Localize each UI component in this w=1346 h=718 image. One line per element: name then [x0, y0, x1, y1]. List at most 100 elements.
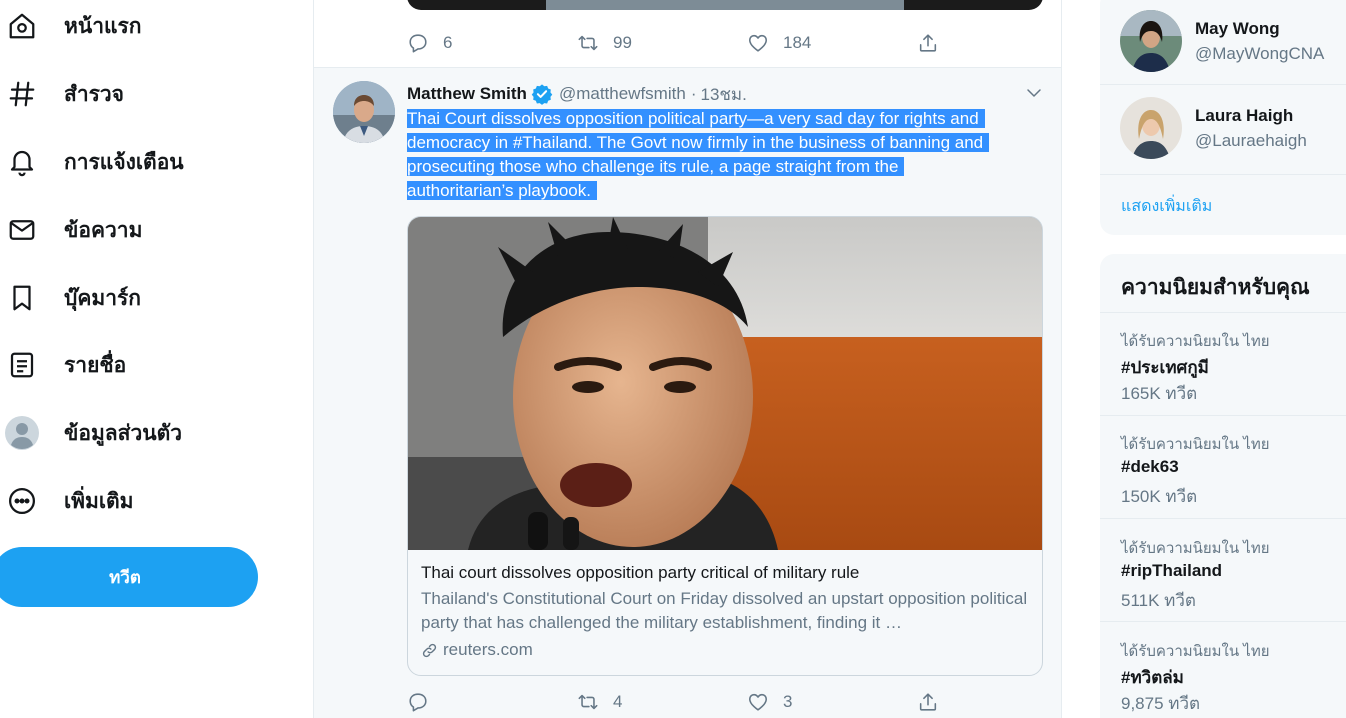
- trends-title: ความนิยมสำหรับคุณ: [1121, 276, 1310, 299]
- trend-tag: #ripThailand: [1121, 561, 1223, 580]
- trend-count: 511K ทวีต: [1121, 591, 1196, 610]
- reply-button[interactable]: [407, 691, 577, 713]
- nav-label-lists: รายชื่อ: [64, 353, 127, 377]
- user-handle: @MayWongCNA: [1195, 44, 1325, 63]
- nav-item-lists[interactable]: รายชื่อ: [0, 341, 126, 389]
- verified-badge-icon: [531, 84, 553, 105]
- trend-context: ได้รับความนิยมใน ไทย: [1121, 540, 1270, 557]
- profile-avatar-icon: [0, 411, 44, 455]
- trend-count: 9,875 ทวีต: [1121, 694, 1201, 713]
- trend-count: 165K ทวีต: [1121, 384, 1198, 403]
- previous-tweet-actions: 6 99 184: [407, 28, 947, 58]
- tweet-text: Thai Court dissolves opposition politica…: [407, 107, 1047, 203]
- tweet-header-separator: ·: [690, 84, 697, 103]
- show-more-link[interactable]: แสดงเพิ่มเติม: [1121, 194, 1212, 219]
- link-preview-card[interactable]: Thai court dissolves opposition party cr…: [407, 216, 1043, 676]
- heart-icon: [748, 693, 768, 711]
- reply-count: 6: [443, 33, 453, 52]
- like-count: 3: [783, 692, 793, 711]
- nav-item-profile[interactable]: ข้อมูลส่วนตัว: [0, 409, 182, 457]
- trends-divider: [1100, 518, 1346, 519]
- retweet-button[interactable]: 99: [577, 32, 747, 54]
- tweet-timestamp[interactable]: 13ชม.: [700, 81, 746, 108]
- user-handle: @Lauraehaigh: [1195, 131, 1307, 150]
- link-preview-image: [408, 217, 1042, 550]
- who-to-follow-divider: [1100, 174, 1346, 175]
- share-button[interactable]: [917, 32, 939, 54]
- trend-context: ได้รับความนิยมใน ไทย: [1121, 436, 1270, 453]
- link-preview-description: Thailand's Constitutional Court on Frida…: [421, 589, 1028, 632]
- mail-icon: [0, 208, 44, 252]
- previous-tweet-media[interactable]: [407, 0, 1043, 10]
- bookmark-icon: [0, 276, 44, 320]
- reply-icon: [409, 693, 427, 712]
- trend-tag: #ทวิตล่ม: [1121, 668, 1184, 687]
- reply-icon: [409, 34, 427, 53]
- retweet-icon: [578, 35, 598, 51]
- tweet-author-avatar[interactable]: [333, 81, 395, 143]
- heart-icon: [748, 34, 768, 52]
- timeline[interactable]: 6 99 184 Matthew Smith @matthewfsmith ·: [313, 0, 1062, 718]
- nav-item-home[interactable]: หน้าแรก: [0, 2, 142, 50]
- who-to-follow-user[interactable]: Laura Haigh @Lauraehaigh: [1100, 86, 1346, 176]
- share-button[interactable]: [917, 691, 939, 713]
- nav-label-bookmarks: บุ๊คมาร์ก: [64, 286, 142, 310]
- nav-item-more[interactable]: เพิ่มเติม: [0, 477, 134, 525]
- nav-label-home: หน้าแรก: [64, 14, 142, 38]
- who-to-follow-divider: [1100, 84, 1346, 85]
- list-icon: [0, 343, 44, 387]
- who-to-follow-user[interactable]: May Wong @MayWongCNA: [1100, 0, 1346, 90]
- trend-item[interactable]: ได้รับความนิยมใน ไทย #dek63 150K ทวีต: [1100, 416, 1346, 519]
- chevron-down-icon[interactable]: [1025, 84, 1043, 102]
- nav-label-more: เพิ่มเติม: [64, 489, 134, 513]
- like-count: 184: [783, 33, 812, 52]
- nav-label-notifications: การแจ้งเตือน: [64, 150, 184, 174]
- tweet-author-name[interactable]: Matthew Smith: [407, 84, 527, 104]
- user-name: Laura Haigh: [1195, 106, 1294, 125]
- link-preview-domain-text: reuters.com: [443, 640, 533, 659]
- link-preview-title: Thai court dissolves opposition party cr…: [421, 563, 860, 582]
- tweet-text-line: prosecuting those who challenge its rule…: [407, 157, 905, 176]
- link-icon: [422, 643, 437, 657]
- bell-icon: [0, 140, 44, 184]
- trend-context: ได้รับความนิยมใน ไทย: [1121, 333, 1270, 350]
- home-icon: [0, 4, 44, 48]
- trend-count: 150K ทวีต: [1121, 487, 1198, 506]
- share-icon: [919, 693, 937, 711]
- user-avatar[interactable]: [1120, 10, 1182, 72]
- previous-tweet-media-strip: [546, 0, 904, 10]
- more-circle-icon: [0, 479, 44, 523]
- like-button[interactable]: 184: [747, 32, 917, 54]
- compose-tweet-button[interactable]: ทวีต: [0, 547, 258, 607]
- reply-button[interactable]: 6: [407, 32, 577, 54]
- nav-item-messages[interactable]: ข้อความ: [0, 206, 142, 254]
- trends-divider: [1100, 621, 1346, 622]
- retweet-count: 4: [613, 692, 623, 711]
- nav-label-messages: ข้อความ: [64, 218, 143, 242]
- link-preview-body: Thai court dissolves opposition party cr…: [421, 561, 1031, 662]
- trend-item[interactable]: ได้รับความนิยมใน ไทย #ripThailand 511K ท…: [1100, 520, 1346, 623]
- tweet-text-line: Thai Court dissolves opposition politica…: [407, 109, 985, 128]
- primary-nav: หน้าแรก สำรวจ การแจ้งเตือน ข้อความ บุ๊คม…: [0, 0, 300, 718]
- trend-item[interactable]: ได้รับความนิยมใน ไทย #ทวิตล่ม 9,875 ทวีต: [1100, 623, 1346, 718]
- tweet-text-line: authoritarian’s playbook.: [407, 181, 597, 200]
- nav-item-bookmarks[interactable]: บุ๊คมาร์ก: [0, 274, 141, 322]
- trend-tag: #dek63: [1121, 457, 1179, 476]
- retweet-icon: [578, 694, 598, 710]
- retweet-count: 99: [613, 33, 632, 52]
- tweet-author-handle[interactable]: @matthewfsmith: [559, 84, 686, 104]
- nav-item-explore[interactable]: สำรวจ: [0, 70, 124, 118]
- user-avatar[interactable]: [1120, 97, 1182, 159]
- link-preview-domain: reuters.com: [421, 638, 1031, 662]
- tweet-header: Matthew Smith @matthewfsmith · 13ชม.: [407, 82, 747, 106]
- retweet-button[interactable]: 4: [577, 691, 747, 713]
- trend-item[interactable]: ได้รับความนิยมใน ไทย #ประเทศกูมี 165K ทว…: [1100, 313, 1346, 416]
- share-icon: [919, 34, 937, 52]
- like-button[interactable]: 3: [747, 691, 917, 713]
- nav-label-explore: สำรวจ: [64, 82, 124, 106]
- tweet-text-line: democracy in #Thailand. The Govt now fir…: [407, 133, 990, 152]
- nav-item-notifications[interactable]: การแจ้งเตือน: [0, 138, 184, 186]
- trend-context: ได้รับความนิยมใน ไทย: [1121, 643, 1270, 660]
- nav-label-profile: ข้อมูลส่วนตัว: [64, 421, 183, 445]
- user-name: May Wong: [1195, 19, 1280, 38]
